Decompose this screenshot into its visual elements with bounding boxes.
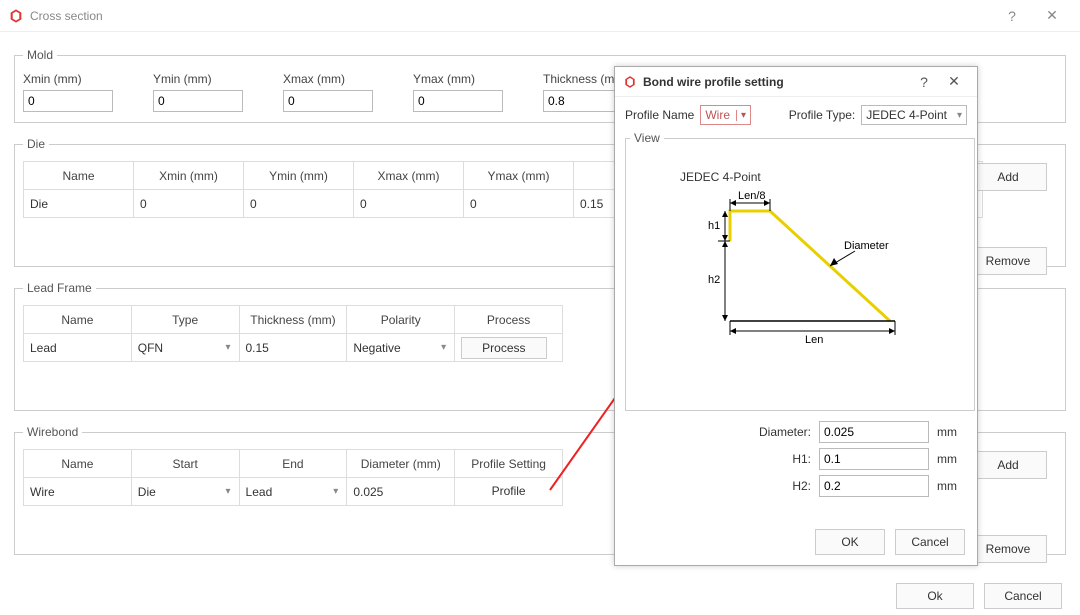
lf-col-polarity: Polarity (347, 306, 455, 334)
lf-col-type: Type (131, 306, 239, 334)
mold-xmin-label: Xmin (mm) (23, 72, 113, 86)
leadframe-row[interactable]: Lead QFN▾ 0.15 Negative▾ Process (24, 334, 563, 362)
lf-col-thk: Thickness (mm) (239, 306, 347, 334)
close-button[interactable]: ✕ (1032, 7, 1072, 24)
diameter-label: Diameter: (741, 425, 811, 439)
mold-xmax-input[interactable] (283, 90, 373, 112)
diagram-len: Len (805, 334, 823, 346)
chevron-down-icon: ▾ (226, 486, 233, 497)
die-add-button[interactable]: Add (969, 163, 1047, 191)
diagram-title: JEDEC 4-Point (680, 170, 761, 184)
chevron-down-icon: ▾ (441, 342, 448, 353)
die-col-xmax: Xmax (mm) (354, 162, 464, 190)
mold-xmax-label: Xmax (mm) (283, 72, 373, 86)
die-xmin-cell[interactable]: 0 (134, 190, 244, 218)
wb-col-name: Name (24, 450, 132, 478)
dialog-cancel-button[interactable]: Cancel (895, 529, 965, 555)
app-logo-icon (623, 75, 637, 89)
wb-dia-cell[interactable]: 0.025 (347, 478, 455, 506)
lf-name-cell[interactable]: Lead (24, 334, 132, 362)
dialog-help-button[interactable]: ? (909, 74, 939, 90)
lf-col-process: Process (455, 306, 563, 334)
wb-name-cell[interactable]: Wire (24, 478, 132, 506)
wb-start-cell[interactable]: Die▾ (131, 478, 239, 506)
profile-name-combo[interactable]: Wire▾ (700, 105, 751, 125)
wb-col-profile: Profile Setting (455, 450, 563, 478)
chevron-down-icon: ▾ (736, 110, 746, 121)
profile-type-combo[interactable]: JEDEC 4-Point▾ (861, 105, 967, 125)
main-ok-button[interactable]: Ok (896, 583, 974, 609)
dialog-titlebar: Bond wire profile setting ? ✕ (615, 67, 977, 97)
profile-diagram: JEDEC 4-Point (630, 151, 970, 401)
mold-ymax-label: Ymax (mm) (413, 72, 503, 86)
leadframe-table: Name Type Thickness (mm) Polarity Proces… (23, 305, 563, 362)
die-remove-button[interactable]: Remove (969, 247, 1047, 275)
wirebond-add-button[interactable]: Add (969, 451, 1047, 479)
bond-wire-dialog: Bond wire profile setting ? ✕ Profile Na… (614, 66, 978, 566)
h1-unit: mm (937, 452, 967, 466)
mold-legend: Mold (23, 48, 57, 62)
die-ymax-cell[interactable]: 0 (464, 190, 574, 218)
window-title: Cross section (30, 9, 103, 23)
view-group: View JEDEC 4-Point (625, 131, 975, 411)
dialog-title: Bond wire profile setting (643, 75, 784, 89)
wb-col-end: End (239, 450, 347, 478)
die-col-ymin: Ymin (mm) (244, 162, 354, 190)
profile-name-label: Profile Name (625, 108, 694, 122)
diameter-unit: mm (937, 425, 967, 439)
h2-input[interactable] (819, 475, 929, 497)
lf-type-cell[interactable]: QFN▾ (131, 334, 239, 362)
die-xmax-cell[interactable]: 0 (354, 190, 464, 218)
app-logo-icon (8, 8, 24, 24)
diagram-h2: h2 (708, 274, 720, 286)
wb-end-cell[interactable]: Lead▾ (239, 478, 347, 506)
mold-ymax-input[interactable] (413, 90, 503, 112)
leadframe-header-row: Name Type Thickness (mm) Polarity Proces… (24, 306, 563, 334)
die-col-ymax: Ymax (mm) (464, 162, 574, 190)
profile-type-label: Profile Type: (789, 108, 855, 122)
view-legend: View (630, 131, 664, 145)
lf-process-cell[interactable]: Process (455, 334, 563, 362)
diagram-diameter: Diameter (844, 240, 889, 252)
mold-ymin-label: Ymin (mm) (153, 72, 243, 86)
lf-polarity-cell[interactable]: Negative▾ (347, 334, 455, 362)
h1-label: H1: (741, 452, 811, 466)
chevron-down-icon: ▾ (333, 486, 340, 497)
wirebond-remove-button[interactable]: Remove (969, 535, 1047, 563)
wb-col-start: Start (131, 450, 239, 478)
main-cancel-button[interactable]: Cancel (984, 583, 1062, 609)
wirebond-row[interactable]: Wire Die▾ Lead▾ 0.025 Profile (24, 478, 563, 506)
mold-ymin-input[interactable] (153, 90, 243, 112)
leadframe-legend: Lead Frame (23, 281, 96, 295)
main-titlebar: Cross section ? ✕ (0, 0, 1080, 32)
main-footer: Ok Cancel (896, 583, 1062, 609)
die-ymin-cell[interactable]: 0 (244, 190, 354, 218)
die-col-xmin: Xmin (mm) (134, 162, 244, 190)
wb-profile-cell[interactable]: Profile (455, 478, 563, 506)
chevron-down-icon: ▾ (953, 110, 962, 121)
help-button[interactable]: ? (992, 8, 1032, 24)
diameter-input[interactable] (819, 421, 929, 443)
h2-label: H2: (741, 479, 811, 493)
diagram-len8: Len/8 (738, 190, 766, 202)
chevron-down-icon: ▾ (225, 342, 232, 353)
h1-input[interactable] (819, 448, 929, 470)
mold-xmin-input[interactable] (23, 90, 113, 112)
wb-col-dia: Diameter (mm) (347, 450, 455, 478)
wirebond-table: Name Start End Diameter (mm) Profile Set… (23, 449, 563, 506)
die-legend: Die (23, 137, 49, 151)
diagram-h1: h1 (708, 220, 720, 232)
lf-col-name: Name (24, 306, 132, 334)
lf-thk-cell[interactable]: 0.15 (239, 334, 347, 362)
die-col-name: Name (24, 162, 134, 190)
die-name-cell[interactable]: Die (24, 190, 134, 218)
wirebond-header-row: Name Start End Diameter (mm) Profile Set… (24, 450, 563, 478)
wirebond-legend: Wirebond (23, 425, 82, 439)
h2-unit: mm (937, 479, 967, 493)
dialog-close-button[interactable]: ✕ (939, 73, 969, 90)
dialog-ok-button[interactable]: OK (815, 529, 885, 555)
